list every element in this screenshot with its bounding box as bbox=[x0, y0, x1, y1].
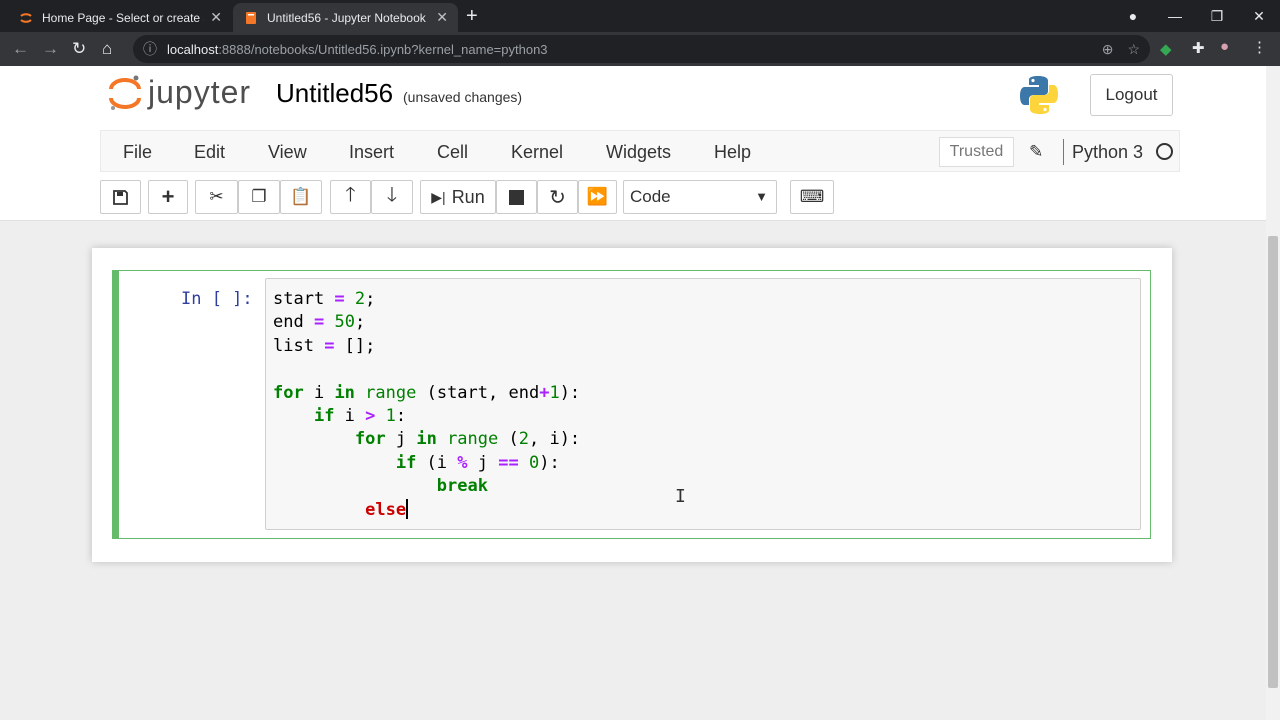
notebook-favicon-icon bbox=[246, 11, 256, 24]
scissors-icon: ✂ bbox=[209, 187, 224, 206]
browser-toolbar: ← → ↻ ⌂ ⓘ localhost:8888/notebooks/Untit… bbox=[0, 32, 1280, 66]
menubar: File Edit View Insert Cell Kernel Widget… bbox=[100, 130, 1180, 172]
code-editor[interactable]: start = 2; end = 50; list = []; for i in… bbox=[265, 278, 1141, 530]
restart-button[interactable]: ↻ bbox=[537, 180, 578, 214]
run-label: Run bbox=[451, 186, 485, 207]
zoom-icon[interactable]: ⊕ bbox=[1102, 41, 1114, 58]
menu-insert[interactable]: Insert bbox=[349, 142, 394, 163]
notebook-container: In [ ]: start = 2; end = 50; list = []; … bbox=[92, 248, 1172, 562]
code-line: end = 50; bbox=[273, 312, 366, 333]
restart-icon: ↻ bbox=[549, 186, 566, 209]
url-path: :8888/notebooks/Untitled56.ipynb?kernel_… bbox=[218, 41, 548, 57]
minimize-icon[interactable]: — bbox=[1154, 8, 1196, 24]
notebook-name[interactable]: Untitled56 bbox=[276, 78, 393, 109]
keyboard-icon: ⌨ bbox=[799, 187, 825, 206]
arrow-down-icon: 🡓 bbox=[386, 184, 398, 206]
code-line: list = []; bbox=[273, 335, 376, 356]
menu-edit[interactable]: Edit bbox=[194, 142, 225, 163]
url-host: localhost bbox=[167, 41, 219, 57]
paste-button[interactable]: 📋 bbox=[280, 180, 322, 214]
back-icon[interactable]: ← bbox=[12, 39, 29, 59]
menu-view[interactable]: View bbox=[268, 142, 307, 163]
fast-forward-icon: ⏩ bbox=[586, 187, 609, 206]
menu-widgets[interactable]: Widgets bbox=[606, 142, 671, 163]
code-line: break bbox=[436, 476, 488, 497]
profile-dropdown-icon[interactable]: ● bbox=[1112, 8, 1154, 24]
menu-help[interactable]: Help bbox=[714, 142, 751, 163]
reload-icon[interactable]: ↻ bbox=[72, 39, 86, 59]
move-down-button[interactable]: 🡓 bbox=[371, 180, 413, 214]
kernel-idle-indicator-icon bbox=[1156, 143, 1173, 160]
input-prompt: In [ ]: bbox=[181, 289, 253, 309]
step-forward-icon: ▶| bbox=[431, 188, 446, 205]
code-cell[interactable]: In [ ]: start = 2; end = 50; list = []; … bbox=[112, 270, 1151, 539]
python-logo-icon bbox=[1020, 76, 1058, 114]
code-line: for i in range (start, end+1): bbox=[273, 382, 581, 403]
add-cell-button[interactable]: + bbox=[148, 180, 188, 214]
save-status: (unsaved changes) bbox=[403, 89, 523, 105]
home-icon[interactable]: ⌂ bbox=[102, 39, 112, 59]
tab-title: Home Page - Select or create a n bbox=[42, 10, 205, 25]
chevron-down-icon: ▼ bbox=[755, 189, 768, 204]
jupyter-header: jupyter Untitled56 (unsaved changes) Log… bbox=[0, 66, 1266, 221]
restart-run-all-button[interactable]: ⏩ bbox=[578, 180, 617, 214]
copy-button[interactable]: ❐ bbox=[238, 180, 280, 214]
copy-icon: ❐ bbox=[251, 187, 267, 206]
save-icon bbox=[113, 189, 128, 205]
jupyter-logo-text: jupyter bbox=[148, 74, 252, 110]
command-palette-button[interactable]: ⌨ bbox=[790, 180, 834, 214]
bookmark-star-icon[interactable]: ☆ bbox=[1127, 41, 1140, 58]
kernel-separator bbox=[1063, 139, 1064, 165]
window-controls: ● — ❐ ✕ bbox=[1112, 0, 1280, 32]
browser-tab-notebook[interactable]: Untitled56 - Jupyter Notebook ✕ bbox=[233, 3, 458, 32]
move-up-button[interactable]: 🡑 bbox=[330, 180, 371, 214]
new-tab-icon[interactable]: + bbox=[466, 5, 478, 28]
avatar[interactable]: ● bbox=[1220, 38, 1229, 55]
save-button[interactable] bbox=[100, 180, 141, 214]
tab-title: Untitled56 - Jupyter Notebook bbox=[267, 10, 426, 25]
jupyter-logo-icon[interactable] bbox=[105, 73, 145, 113]
browser-tabstrip: Home Page - Select or create a n ✕ Untit… bbox=[0, 0, 1280, 32]
menu-file[interactable]: File bbox=[123, 142, 152, 163]
interrupt-button[interactable] bbox=[496, 180, 537, 214]
browser-menu-icon[interactable]: ⋮ bbox=[1252, 38, 1267, 56]
code-line: start = 2; bbox=[273, 289, 376, 309]
kernel-name: Python 3 bbox=[1072, 142, 1144, 162]
cell-type-value: Code bbox=[630, 187, 671, 206]
menu-kernel[interactable]: Kernel bbox=[511, 142, 563, 163]
window-close-icon[interactable]: ✕ bbox=[1238, 8, 1280, 25]
forward-icon[interactable]: → bbox=[42, 39, 59, 59]
arrow-up-icon: 🡑 bbox=[345, 184, 356, 206]
code-line: if i > 1: bbox=[313, 406, 407, 427]
run-button[interactable]: ▶| Run bbox=[420, 180, 496, 214]
cut-button[interactable]: ✂ bbox=[195, 180, 238, 214]
scrollbar-thumb[interactable] bbox=[1268, 236, 1278, 688]
maximize-icon[interactable]: ❐ bbox=[1196, 8, 1238, 25]
logout-button[interactable]: Logout bbox=[1090, 74, 1173, 116]
edit-mode-pencil-icon: ✎ bbox=[1029, 142, 1044, 161]
jupyter-page: jupyter Untitled56 (unsaved changes) Log… bbox=[0, 66, 1266, 720]
paste-icon: 📋 bbox=[290, 187, 312, 206]
address-bar[interactable]: ⓘ localhost:8888/notebooks/Untitled56.ip… bbox=[133, 35, 1150, 63]
code-line: if (i % j == 0): bbox=[395, 452, 560, 473]
trusted-indicator[interactable]: Trusted bbox=[939, 137, 1014, 167]
close-icon[interactable]: ✕ bbox=[436, 9, 448, 26]
jupyter-favicon-icon bbox=[20, 12, 32, 23]
close-icon[interactable]: ✕ bbox=[210, 9, 222, 26]
text-cursor bbox=[406, 498, 409, 519]
code-line: for j in range (2, i): bbox=[354, 429, 581, 450]
extension-icon[interactable]: ◆ bbox=[1160, 40, 1172, 58]
mouse-ibeam-cursor-icon: I bbox=[675, 486, 686, 507]
cell-type-select[interactable]: Code ▼ bbox=[623, 180, 777, 214]
plus-icon: + bbox=[161, 184, 175, 209]
info-icon[interactable]: ⓘ bbox=[143, 39, 157, 59]
code-line: else bbox=[365, 498, 409, 520]
stop-icon bbox=[509, 189, 524, 205]
extensions-puzzle-icon[interactable]: ✚ bbox=[1192, 39, 1205, 57]
menu-cell[interactable]: Cell bbox=[437, 142, 468, 163]
browser-tab-home[interactable]: Home Page - Select or create a n ✕ bbox=[8, 3, 232, 32]
